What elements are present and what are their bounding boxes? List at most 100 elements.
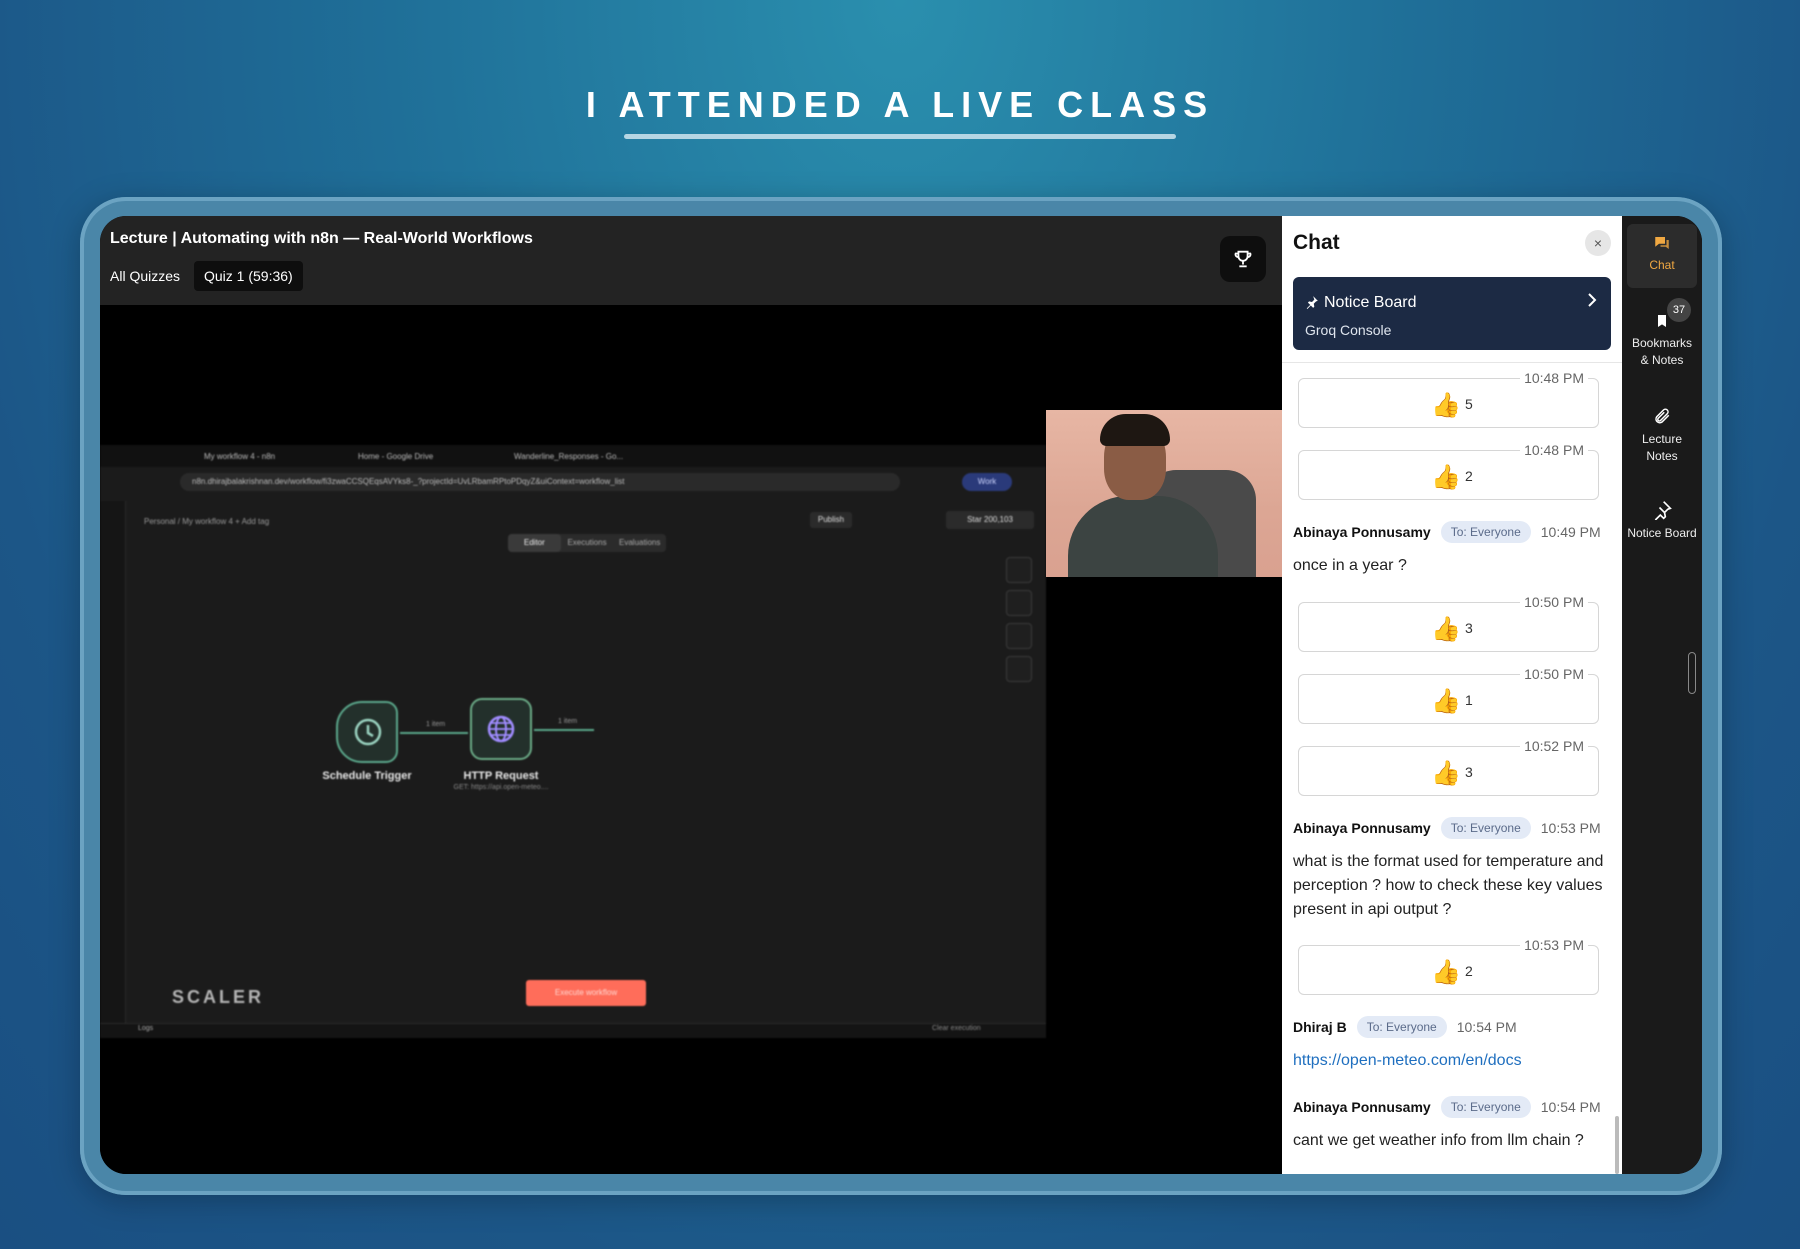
message-header: Abinaya Ponnusamy To: Everyone 10:49 PM xyxy=(1293,520,1601,544)
reaction-count: 2 xyxy=(1465,468,1473,484)
node-label: HTTP Request xyxy=(463,770,539,782)
edge-label: 1 item xyxy=(558,718,578,725)
workflow-edge xyxy=(534,729,594,731)
browser-tabs: My workflow 4 - n8n Home - Google Drive … xyxy=(100,445,1046,467)
chat-panel: Chat × Notice Board Groq Console 10:48 P… xyxy=(1282,216,1622,1174)
n8n-star: Star 200,103 xyxy=(946,511,1034,529)
bookmarks-count-badge: 37 xyxy=(1667,298,1691,322)
quiz-button[interactable]: Quiz 1 (59:36) xyxy=(194,261,303,291)
thumbs-up-icon: 👍 xyxy=(1431,464,1461,491)
class-screen: Lecture | Automating with n8n — Real-Wor… xyxy=(100,216,1702,1174)
schedule-trigger-node xyxy=(336,701,398,763)
reaction-time: 10:52 PM xyxy=(1520,738,1588,754)
n8n-publish: Publish xyxy=(810,512,852,528)
reaction-card[interactable]: 10:50 PM 👍 1 xyxy=(1298,666,1599,724)
notice-board-subtitle: Groq Console xyxy=(1305,322,1392,338)
n8n-sidebar xyxy=(100,501,126,1038)
reaction-time: 10:48 PM xyxy=(1520,442,1588,458)
browser-profile: Work xyxy=(962,473,1012,491)
message-link[interactable]: https://open-meteo.com/en/docs xyxy=(1293,1049,1611,1073)
execute-workflow-button: Execute workflow xyxy=(526,980,646,1006)
pin-icon xyxy=(1654,501,1672,521)
reaction-time: 10:50 PM xyxy=(1520,666,1588,682)
message-recipient-badge: To: Everyone xyxy=(1356,1016,1447,1038)
node-subtitle: GET: https://api.open-meteo.... xyxy=(453,784,549,791)
rail-lecture-notes-button[interactable]: Lecture Notes xyxy=(1627,398,1697,468)
reaction-time: 10:48 PM xyxy=(1520,370,1588,386)
chat-scrollbar[interactable] xyxy=(1615,1116,1619,1174)
scaler-watermark: SCALER xyxy=(172,987,265,1007)
thumbs-up-icon: 👍 xyxy=(1431,392,1461,419)
clock-icon xyxy=(354,718,382,746)
chevron-right-icon xyxy=(1588,293,1597,307)
globe-icon xyxy=(487,715,515,743)
page-headline: I ATTENDED A LIVE CLASS xyxy=(585,84,1215,125)
message-author: Abinaya Ponnusamy xyxy=(1293,524,1431,540)
message-text: once in a year ? xyxy=(1293,557,1407,574)
message-time: 10:54 PM xyxy=(1540,1099,1601,1115)
pin-icon xyxy=(1306,296,1318,309)
lecture-header: Lecture | Automating with n8n — Real-Wor… xyxy=(100,216,1282,305)
leaderboard-button[interactable] xyxy=(1220,236,1266,282)
trophy-icon xyxy=(1234,250,1252,268)
n8n-logs-label: Logs xyxy=(138,1025,154,1032)
headline-underline xyxy=(624,134,1176,139)
reaction-card[interactable]: 10:48 PM 👍 5 xyxy=(1298,370,1599,428)
message-time: 10:54 PM xyxy=(1456,1019,1517,1035)
side-rail: Chat 37 Bookmarks & Notes Lecture Notes … xyxy=(1622,216,1702,1174)
reaction-count: 1 xyxy=(1465,692,1473,708)
thumbs-up-icon: 👍 xyxy=(1431,616,1461,643)
browser-tab: Home - Google Drive xyxy=(358,452,434,461)
rail-chat-label: Chat xyxy=(1649,258,1675,272)
browser-tab: Wanderline_Responses - Go... xyxy=(514,452,624,461)
video-player[interactable]: My workflow 4 - n8n Home - Google Drive … xyxy=(100,305,1282,1174)
paperclip-icon xyxy=(1655,408,1670,424)
thumbs-up-icon: 👍 xyxy=(1431,688,1461,715)
edge-label: 1 item xyxy=(426,721,446,728)
chat-title: Chat xyxy=(1293,231,1340,254)
rail-chat-button[interactable]: Chat xyxy=(1627,224,1697,288)
reaction-count: 2 xyxy=(1465,963,1473,979)
reaction-card[interactable]: 10:52 PM 👍 3 xyxy=(1298,738,1599,796)
reaction-card[interactable]: 10:50 PM 👍 3 xyxy=(1298,594,1599,652)
notice-board-banner[interactable]: Notice Board Groq Console xyxy=(1293,277,1611,350)
close-chat-button[interactable]: × xyxy=(1585,230,1611,256)
http-request-node xyxy=(470,698,532,760)
browser-tab: My workflow 4 - n8n xyxy=(204,452,276,461)
n8n-breadcrumb: Personal / My workflow 4 + Add tag xyxy=(144,517,270,526)
message-text: cant we get weather info from llm chain … xyxy=(1293,1132,1584,1149)
browser-url: n8n.dhirajbalakrishnan.dev/workflow/fi3z… xyxy=(180,473,900,491)
n8n-canvas-tools xyxy=(1006,557,1032,689)
lecture-title: Lecture | Automating with n8n — Real-Wor… xyxy=(110,230,533,247)
message-header: Abinaya Ponnusamy To: Everyone 10:53 PM xyxy=(1293,816,1601,840)
message-author: Abinaya Ponnusamy xyxy=(1293,820,1431,836)
chat-bubble-icon xyxy=(1655,237,1669,249)
instructor-webcam xyxy=(1046,410,1282,577)
rail-notice-board-label: Notice Board xyxy=(1627,526,1697,540)
n8n-logs-bar xyxy=(100,1023,1046,1038)
n8n-mode: Editor xyxy=(508,534,561,552)
n8n-mode-tabs: Editor Executions Evaluations xyxy=(508,534,666,552)
rail-bookmarks-label: Bookmarks & Notes xyxy=(1631,336,1693,367)
reaction-count: 3 xyxy=(1465,620,1473,636)
reaction-card[interactable]: 10:53 PM 👍 2 xyxy=(1298,937,1599,995)
message-time: 10:49 PM xyxy=(1540,524,1601,540)
message-time: 10:53 PM xyxy=(1540,820,1601,836)
message-author: Dhiraj B xyxy=(1293,1019,1347,1035)
n8n-mode: Executions xyxy=(567,538,607,547)
message-recipient-badge: To: Everyone xyxy=(1440,1096,1531,1118)
message-recipient-badge: To: Everyone xyxy=(1440,817,1531,839)
message-header: Abinaya Ponnusamy To: Everyone 10:54 PM xyxy=(1293,1095,1601,1119)
reaction-time: 10:50 PM xyxy=(1520,594,1588,610)
rail-scrollbar[interactable] xyxy=(1688,652,1696,694)
thumbs-up-icon: 👍 xyxy=(1431,959,1461,986)
message-author: Abinaya Ponnusamy xyxy=(1293,1099,1431,1115)
thumbs-up-icon: 👍 xyxy=(1431,760,1461,787)
rail-notice-board-button[interactable]: Notice Board xyxy=(1627,492,1697,562)
all-quizzes-link[interactable]: All Quizzes xyxy=(110,268,180,284)
reaction-card[interactable]: 10:48 PM 👍 2 xyxy=(1298,442,1599,500)
workflow-edge xyxy=(400,732,468,734)
rail-bookmarks-button[interactable]: 37 Bookmarks & Notes xyxy=(1627,298,1697,374)
message-recipient-badge: To: Everyone xyxy=(1440,521,1531,543)
reaction-count: 5 xyxy=(1465,396,1473,412)
